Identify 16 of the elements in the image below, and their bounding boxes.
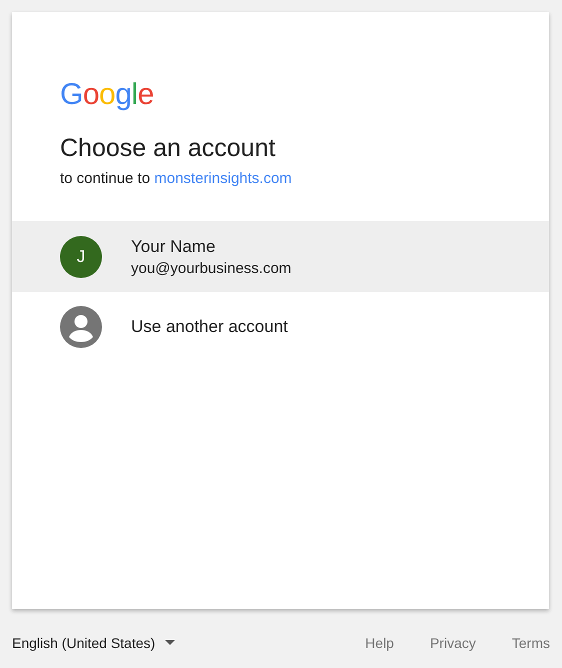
logo: Google	[60, 78, 154, 112]
other-account-item[interactable]: Use another account	[12, 292, 549, 362]
language-selector[interactable]: English (United States)	[12, 634, 176, 650]
footer-link[interactable]: Help	[365, 634, 394, 650]
caret-icon	[165, 640, 176, 645]
footer-link[interactable]: Terms	[512, 634, 550, 650]
avatar: J	[60, 236, 102, 278]
subtitle: to continue to monsterinsights.com	[60, 170, 292, 187]
site-link[interactable]: monsterinsights.com	[154, 170, 292, 187]
account-item[interactable]: J Your Name you@yourbusiness.com	[12, 221, 549, 292]
use-another-account: Use another account	[131, 317, 288, 337]
person-icon	[60, 306, 102, 348]
footer-link[interactable]: Privacy	[430, 634, 476, 650]
account-email: you@yourbusiness.com	[131, 260, 292, 276]
account-name: Your Name	[131, 236, 216, 256]
page-title: Choose an account	[60, 133, 276, 164]
